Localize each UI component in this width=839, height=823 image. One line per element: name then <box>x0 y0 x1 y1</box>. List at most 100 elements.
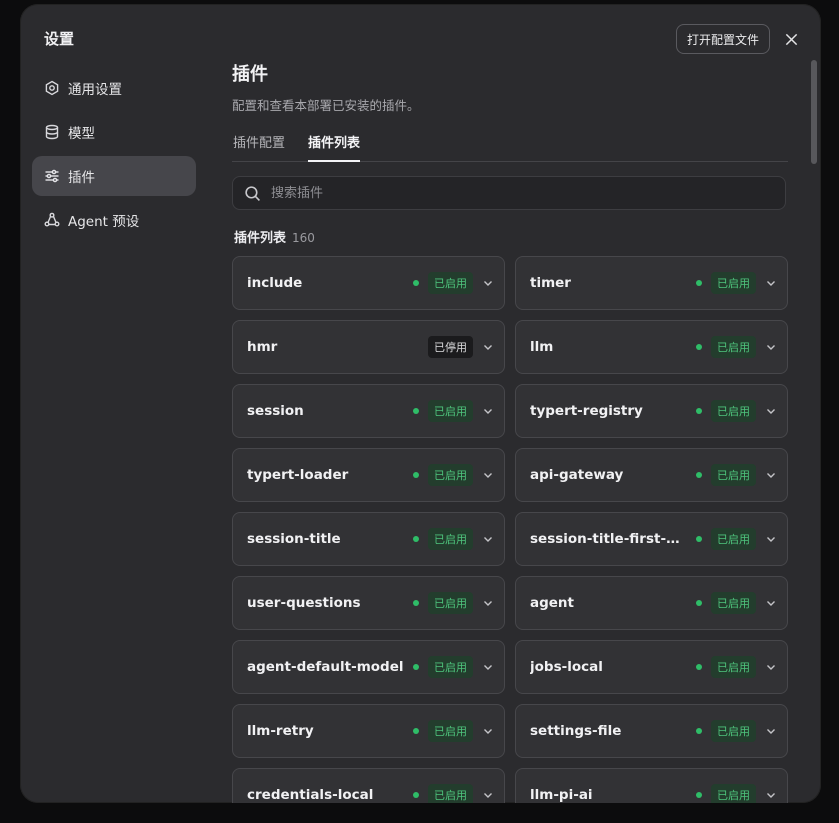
chevron-down-icon[interactable] <box>482 277 494 289</box>
plugin-name: agent <box>530 595 574 611</box>
chevron-down-icon[interactable] <box>765 277 777 289</box>
plugin-card[interactable]: llm 已启用 <box>515 320 788 374</box>
sidebar-item-label: 通用设置 <box>68 82 122 98</box>
status-badge: 已启用 <box>428 400 473 422</box>
plugin-card[interactable]: session 已启用 <box>232 384 505 438</box>
plugin-card[interactable]: agent 已启用 <box>515 576 788 630</box>
status-badge: 已启用 <box>428 784 473 803</box>
close-button[interactable] <box>780 28 802 50</box>
status-badge: 已启用 <box>428 272 473 294</box>
plugin-name: credentials-local <box>247 787 374 803</box>
plugin-card[interactable]: typert-registry 已启用 <box>515 384 788 438</box>
open-config-file-button[interactable]: 打开配置文件 <box>676 24 771 54</box>
list-title: 插件列表 <box>234 231 287 246</box>
plugin-card[interactable]: api-gateway 已启用 <box>515 448 788 502</box>
plugin-card[interactable]: hmr 已停用 <box>232 320 505 374</box>
chevron-down-icon[interactable] <box>482 789 494 801</box>
sidebar-item-label: Agent 预设 <box>68 214 140 230</box>
chevron-down-icon[interactable] <box>765 789 777 801</box>
plugin-grid: include 已启用 timer 已启用 hmr 已停用 llm 已启用 session 已启用… <box>232 256 788 803</box>
status-dot <box>413 728 419 734</box>
status-badge: 已启用 <box>711 592 756 614</box>
plugin-card[interactable]: jobs-local 已启用 <box>515 640 788 694</box>
plugin-card[interactable]: session-title 已启用 <box>232 512 505 566</box>
gear-icon <box>45 80 59 96</box>
chevron-down-icon[interactable] <box>765 533 777 545</box>
status-badge: 已启用 <box>711 272 756 294</box>
modal-title: 设置 <box>44 30 75 48</box>
status-dot <box>413 280 419 286</box>
chevron-down-icon[interactable] <box>765 405 777 417</box>
status-dot <box>413 536 419 542</box>
sidebar-item-plugins[interactable]: 插件 <box>32 156 196 196</box>
status-dot <box>696 408 702 414</box>
list-count: 160 <box>292 231 315 245</box>
sidebar-item-label: 模型 <box>68 126 95 142</box>
scrollbar[interactable] <box>811 60 817 164</box>
plugin-card[interactable]: session-title-first-prompt 已启用 <box>515 512 788 566</box>
plugin-name: session-title <box>247 531 341 547</box>
status-badge: 已启用 <box>711 400 756 422</box>
status-dot <box>696 344 702 350</box>
tab-plugin-list[interactable]: 插件列表 <box>308 132 361 162</box>
close-icon <box>785 33 797 45</box>
plugin-card[interactable]: llm-retry 已启用 <box>232 704 505 758</box>
chevron-down-icon[interactable] <box>765 597 777 609</box>
chevron-down-icon[interactable] <box>482 533 494 545</box>
status-dot <box>696 536 702 542</box>
plugin-card[interactable]: typert-loader 已启用 <box>232 448 505 502</box>
plugin-name: user-questions <box>247 595 361 611</box>
status-badge: 已启用 <box>711 336 756 358</box>
status-badge: 已启用 <box>711 464 756 486</box>
chevron-down-icon[interactable] <box>482 597 494 609</box>
database-icon <box>45 124 59 140</box>
sidebar-item-label: 插件 <box>68 170 95 186</box>
plugin-card[interactable]: settings-file 已启用 <box>515 704 788 758</box>
plugin-name: typert-loader <box>247 467 349 483</box>
status-dot <box>413 472 419 478</box>
plugin-name: include <box>247 275 303 291</box>
status-badge: 已停用 <box>428 336 473 358</box>
status-badge: 已启用 <box>428 656 473 678</box>
chevron-down-icon[interactable] <box>765 341 777 353</box>
agent-icon <box>44 212 60 227</box>
chevron-down-icon[interactable] <box>482 469 494 481</box>
plugin-card[interactable]: agent-default-model 已启用 <box>232 640 505 694</box>
status-dot <box>696 472 702 478</box>
sidebar-item-models[interactable]: 模型 <box>32 112 196 152</box>
plugin-name: settings-file <box>530 723 622 739</box>
status-badge: 已启用 <box>711 528 756 550</box>
status-badge: 已启用 <box>428 720 473 742</box>
status-dot <box>413 600 419 606</box>
plugin-name: timer <box>530 275 571 291</box>
status-dot <box>696 600 702 606</box>
search-input[interactable] <box>269 184 753 202</box>
settings-modal: 设置 通用设置 模型 插件 Agent 预设 插件 配置和查看本部署已安装的插件… <box>20 4 821 803</box>
sidebar-item-agent-presets[interactable]: Agent 预设 <box>32 200 196 240</box>
chevron-down-icon[interactable] <box>765 469 777 481</box>
plugin-name: jobs-local <box>530 659 603 675</box>
chevron-down-icon[interactable] <box>765 725 777 737</box>
chevron-down-icon[interactable] <box>482 725 494 737</box>
chevron-down-icon[interactable] <box>482 341 494 353</box>
plugin-name: api-gateway <box>530 467 624 483</box>
plugin-card[interactable]: credentials-local 已启用 <box>232 768 505 803</box>
plugin-name: llm-retry <box>247 723 314 739</box>
tab-bar: 插件配置 插件列表 <box>232 132 788 162</box>
plugin-card[interactable]: user-questions 已启用 <box>232 576 505 630</box>
chevron-down-icon[interactable] <box>482 661 494 673</box>
sidebar: 设置 通用设置 模型 插件 Agent 预设 <box>20 4 210 803</box>
status-dot <box>696 728 702 734</box>
status-badge: 已启用 <box>428 464 473 486</box>
plugin-name: typert-registry <box>530 403 643 419</box>
chevron-down-icon[interactable] <box>482 405 494 417</box>
tab-plugin-config[interactable]: 插件配置 <box>233 132 285 160</box>
sliders-icon <box>45 169 59 183</box>
plugin-card[interactable]: include 已启用 <box>232 256 505 310</box>
plugin-card[interactable]: llm-pi-ai 已启用 <box>515 768 788 803</box>
search-box <box>232 176 786 210</box>
chevron-down-icon[interactable] <box>765 661 777 673</box>
plugin-card[interactable]: timer 已启用 <box>515 256 788 310</box>
status-dot <box>413 664 419 670</box>
sidebar-item-general[interactable]: 通用设置 <box>32 68 196 108</box>
